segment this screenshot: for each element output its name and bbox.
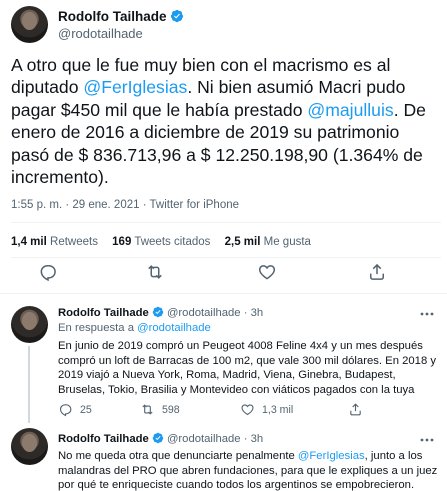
share-button[interactable] [348,402,363,417]
like-count: 1,3 mil [262,403,294,416]
verified-badge-icon [170,9,183,23]
author-avatar[interactable] [11,6,48,43]
quotes-count: 169 [112,236,132,248]
more-icon[interactable] [419,311,435,317]
retweets-count: 1,4 mil [11,236,47,248]
author-handle[interactable]: @rodotailhade [58,26,143,41]
share-icon[interactable] [367,262,387,282]
author-name-row[interactable]: Rodolfo Tailhade [58,9,184,24]
reply-avatar[interactable] [11,428,48,465]
likes-label: Me gusta [263,236,311,248]
mention-link[interactable]: @FerIglesias [298,450,365,462]
quotes-stat[interactable]: 169 Tweets citados [112,236,210,248]
reply-header: Rodolfo Tailhade @rodotailhade · 3h [58,306,263,319]
more-icon[interactable] [419,437,435,443]
tweet-stats: 1,4 mil Retweets 169 Tweets citados 2,5 … [11,236,322,248]
reply-author-name[interactable]: Rodolfo Tailhade [58,433,149,445]
share-icon [350,403,361,416]
reply-avatar[interactable] [11,306,48,343]
retweets-stat[interactable]: 1,4 mil Retweets [11,236,98,248]
quotes-label: Tweets citados [134,236,211,248]
like-button[interactable]: 1,3 mil [240,402,293,417]
verified-badge-icon [152,432,164,444]
likes-count: 2,5 mil [224,236,261,248]
retweet-icon [142,404,153,415]
mention-link[interactable]: @majulluis [307,100,393,120]
author-name[interactable]: Rodolfo Tailhade [58,9,167,24]
reply-icon[interactable] [38,262,58,282]
reply-text: No me queda otra que denunciarte penalme… [58,449,443,491]
like-icon [241,404,254,416]
reply-action-bar: 25 598 1,3 mil [58,402,438,418]
in-reply-handle[interactable]: @rodotailhade [137,322,211,334]
retweet-button[interactable]: 598 [140,402,180,417]
reply-author-name[interactable]: Rodolfo Tailhade [58,307,149,319]
in-reply-prefix: En respuesta a [58,322,138,334]
tweet-thread: Rodolfo Tailhade @rodotailhade A otro qu… [0,0,447,491]
mention-link[interactable]: @FerIglesias [83,77,187,97]
reply-author-handle[interactable]: @rodotailhade [167,307,241,319]
reply-icon [59,404,72,417]
reply-text-part: No me queda otra que denunciarte penalme… [58,450,298,462]
thread-connector [28,346,30,423]
divider [11,257,441,258]
tweet-timestamp[interactable]: 1:55 p. m. · 29 ene. 2021 · Twitter for … [11,199,239,211]
likes-stat[interactable]: 2,5 mil Me gusta [225,236,311,248]
like-icon[interactable] [257,262,277,282]
reply-count: 25 [80,403,92,416]
divider [0,293,447,294]
verified-badge-icon [152,306,164,318]
reply-author-handle[interactable]: @rodotailhade [167,433,241,445]
retweet-icon[interactable] [145,262,165,282]
main-action-bar [0,262,447,290]
reply-time[interactable]: · 3h [244,433,263,445]
reply-button[interactable]: 25 [58,402,92,417]
divider [11,222,441,223]
in-reply-to: En respuesta a @rodotailhade [58,322,211,334]
reply-time[interactable]: · 3h [244,307,263,319]
retweets-label: Retweets [50,236,98,248]
retweet-count: 598 [162,403,180,416]
reply-header: Rodolfo Tailhade @rodotailhade · 3h [58,432,263,445]
reply-text: En junio de 2019 compró un Peugeot 4008 … [58,340,437,396]
tweet-text: A otro que le fue muy bien con el macris… [11,54,441,188]
